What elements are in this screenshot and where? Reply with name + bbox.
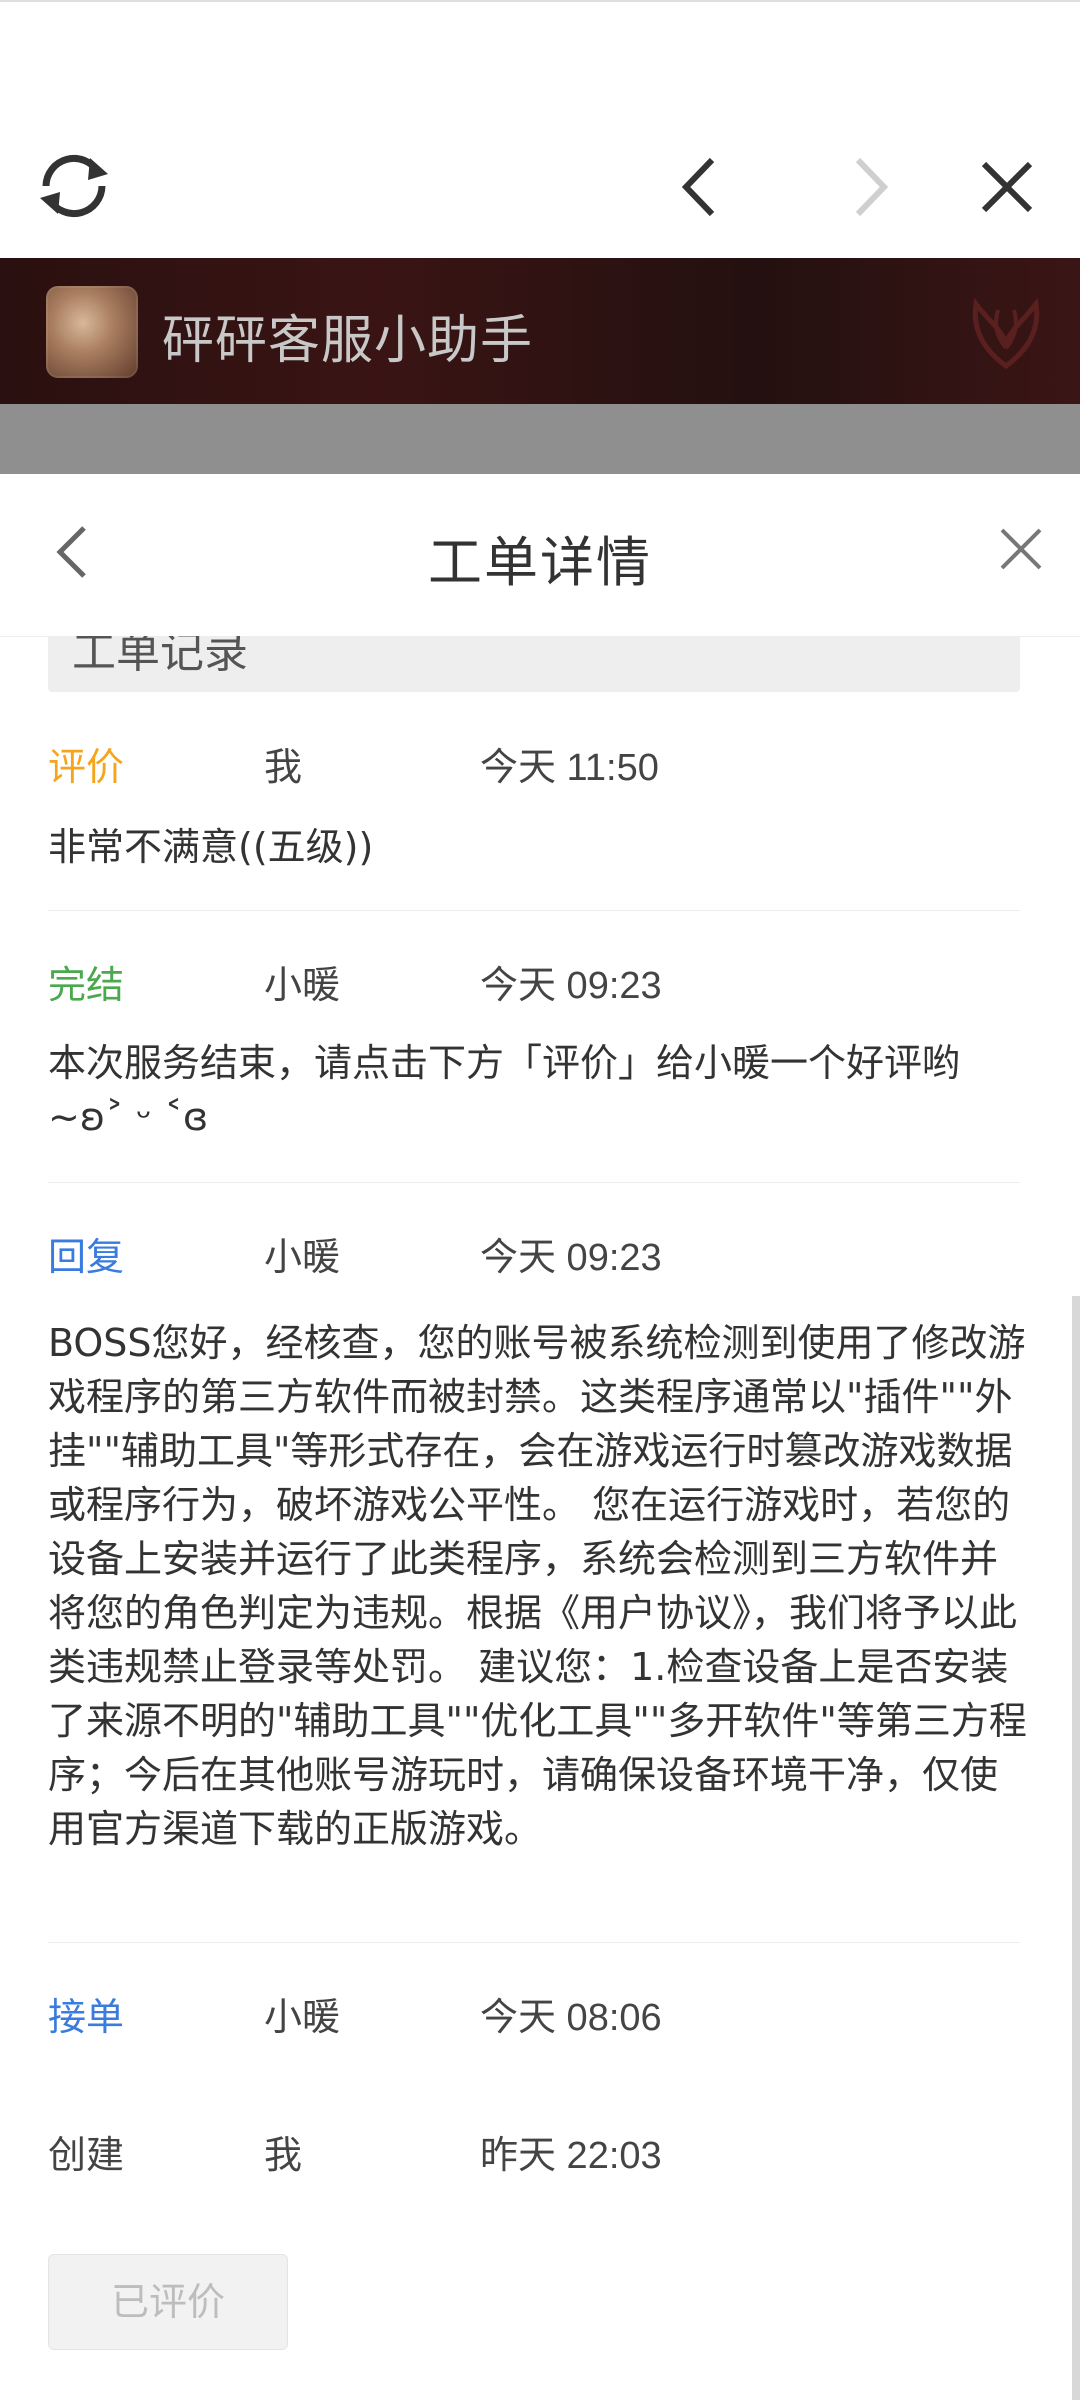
record-time: 今天 11:50 xyxy=(480,747,659,789)
assistant-banner: 砰砰客服小助手 xyxy=(0,258,1080,404)
record-time: 今天 08:06 xyxy=(480,1997,662,2039)
sheet-title: 工单详情 xyxy=(428,531,652,594)
refresh-icon[interactable] xyxy=(30,148,118,224)
sheet-header: 工单详情 xyxy=(0,474,1080,637)
dimmed-overlay xyxy=(0,404,1080,474)
scrollbar[interactable] xyxy=(1072,1296,1080,2400)
rated-button[interactable]: 已评价 xyxy=(48,2254,288,2350)
back-icon[interactable] xyxy=(676,154,724,220)
section-title: 工单记录 xyxy=(72,636,248,678)
assistant-avatar xyxy=(46,286,138,378)
ticket-detail-sheet: 工单详情 工单记录 评价 我 今天 11:50 非常不满意((五级)) 完结 小… xyxy=(0,474,1080,2400)
divider xyxy=(48,1942,1020,1943)
browser-toolbar xyxy=(0,0,1080,260)
record-time: 今天 09:23 xyxy=(480,1237,662,1279)
banner-title: 砰砰客服小助手 xyxy=(162,311,534,371)
forward-icon[interactable] xyxy=(846,154,894,220)
record-type: 创建 xyxy=(48,2133,125,2177)
record-author: 小暖 xyxy=(264,1235,341,1279)
sheet-close-icon[interactable] xyxy=(998,526,1044,572)
section-header: 工单记录 xyxy=(48,636,1020,692)
divider xyxy=(48,1182,1020,1183)
decorative-emblem-icon xyxy=(972,297,1040,370)
record-author: 我 xyxy=(264,745,303,789)
record-message: BOSS您好，经核查，您的账号被系统检测到使用了修改游戏程序的第三方软件而被封禁… xyxy=(48,1321,1027,1851)
ticket-records[interactable]: 工单记录 评价 我 今天 11:50 非常不满意((五级)) 完结 小暖 今天 … xyxy=(0,636,1080,2400)
record-author: 小暖 xyxy=(264,963,341,1007)
record-author: 小暖 xyxy=(264,1995,341,2039)
record-type: 接单 xyxy=(48,1995,125,2039)
close-icon[interactable] xyxy=(980,160,1034,214)
record-message: 本次服务结束，请点击下方「评价」给小暖一个好评哟~ʚ˃ ᵕ ˂ɞ xyxy=(48,1041,961,1139)
divider xyxy=(48,910,1020,911)
record-type: 完结 xyxy=(48,963,125,1007)
record-time: 昨天 22:03 xyxy=(480,2135,662,2177)
record-author: 我 xyxy=(264,2133,303,2177)
record-time: 今天 09:23 xyxy=(480,965,662,1007)
record-type: 评价 xyxy=(48,745,125,789)
record-type: 回复 xyxy=(48,1235,125,1279)
record-message: 非常不满意((五级)) xyxy=(48,825,374,869)
